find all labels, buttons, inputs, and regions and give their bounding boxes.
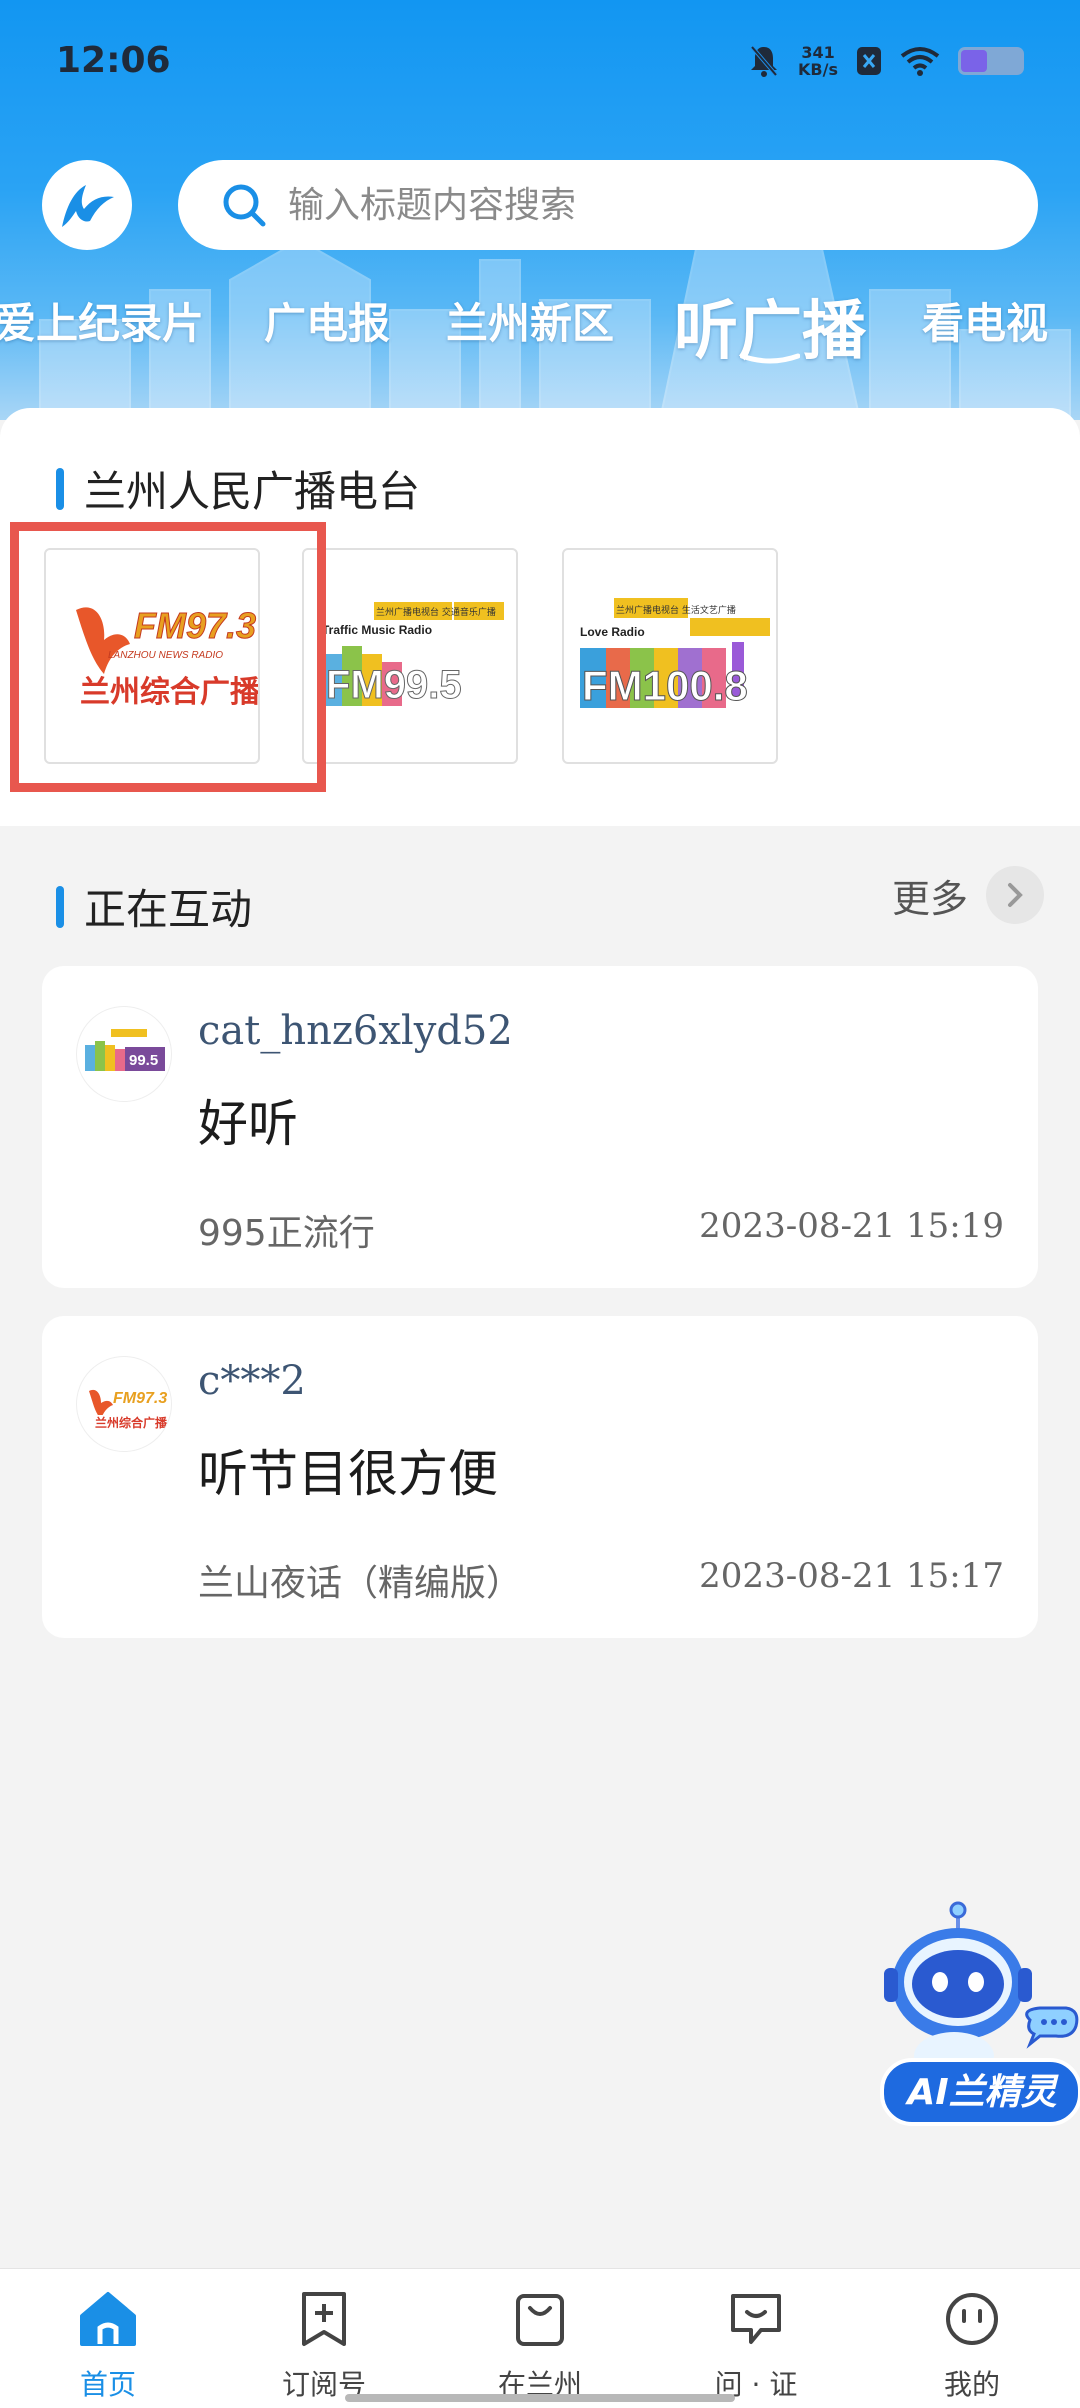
station-2-freq: FM99.5 bbox=[326, 663, 462, 707]
shopping-bag-icon bbox=[516, 2294, 564, 2346]
mute-bell-icon bbox=[750, 45, 778, 77]
svg-text:99.5: 99.5 bbox=[129, 1052, 158, 1069]
selection-highlight bbox=[10, 522, 326, 792]
lanzhou-logo-icon bbox=[62, 185, 114, 227]
interact-section-title-text: 正在互动 bbox=[84, 885, 253, 934]
station-fm995[interactable]: 兰州广播电视台 交通音乐广播 Traffic Music Radio FM99.… bbox=[302, 548, 518, 764]
nav-subscriptions[interactable]: 订阅号 bbox=[216, 2287, 432, 2403]
active-tab-indicator bbox=[740, 353, 800, 364]
status-bar: 12:06 341 KB/s bbox=[0, 0, 1080, 125]
net-speed-unit: KB/s bbox=[798, 60, 838, 79]
post-datetime: 2023-08-21 15:17 bbox=[699, 1556, 1004, 1596]
more-label: 更多 bbox=[891, 876, 968, 921]
avatar: 99.5 bbox=[76, 1006, 172, 1102]
nav-home[interactable]: 首页 bbox=[0, 2287, 216, 2403]
fm973-avatar-icon: FM97.3 兰州综合广播 bbox=[89, 1389, 168, 1430]
home-icon bbox=[80, 2292, 136, 2346]
interact-section-title: 正在互动 bbox=[56, 876, 252, 937]
search-icon bbox=[223, 184, 266, 227]
tab-documentary[interactable]: 爱上纪录片 bbox=[0, 290, 204, 351]
nav-in-lanzhou[interactable]: 在兰州 bbox=[432, 2287, 648, 2403]
post-program[interactable]: 995正流行 bbox=[198, 1204, 375, 1256]
battery-icon bbox=[958, 47, 1024, 75]
tab-lanzhou-new-area[interactable]: 兰州新区 bbox=[446, 290, 614, 351]
post-program[interactable]: 兰山夜话（精编版） bbox=[198, 1554, 522, 1606]
tab-newspaper[interactable]: 广电报 bbox=[264, 290, 390, 351]
svg-text:FM97.3: FM97.3 bbox=[113, 1390, 167, 1407]
radio-section-title: 兰州人民广播电台 bbox=[56, 458, 420, 519]
fm995-logo-icon: 兰州广播电视台 交通音乐广播 Traffic Music Radio FM99.… bbox=[322, 602, 504, 708]
net-speed-value: 341 bbox=[801, 43, 835, 62]
nav-me-label: 我的 bbox=[943, 2368, 1000, 2401]
ai-assistant-label: AI兰精灵 bbox=[904, 2072, 1059, 2113]
network-speed: 341 KB/s bbox=[798, 44, 838, 78]
fm1008-logo-icon: 兰州广播电视台 生活文艺广播 Love Radio FM100.8 bbox=[580, 598, 770, 710]
station-3-sub: Love Radio bbox=[580, 625, 645, 639]
avatar: FM97.3 兰州综合广播 bbox=[76, 1356, 172, 1452]
ai-assistant-button[interactable]: AI兰精灵 bbox=[870, 1900, 1080, 2140]
app-logo[interactable] bbox=[42, 160, 132, 250]
status-time: 12:06 bbox=[56, 40, 171, 81]
bottom-navigation: 首页 订阅号 在兰州 问 · 证 我的 bbox=[0, 2268, 1080, 2408]
post-datetime: 2023-08-21 15:19 bbox=[699, 1206, 1004, 1246]
home-indicator[interactable] bbox=[345, 2394, 735, 2402]
search-input[interactable] bbox=[288, 184, 988, 226]
post-username[interactable]: c***2 bbox=[198, 1358, 306, 1404]
radio-stations-section: 兰州人民广播电台 FM97.3 LANZHOU NEWS RADIO 兰州综合广… bbox=[0, 408, 1080, 826]
radio-section-title-text: 兰州人民广播电台 bbox=[84, 467, 421, 516]
profile-face-icon bbox=[946, 2293, 998, 2345]
interaction-section: 正在互动 更多 99.5 cat_hnz6xlyd52 好听 995正流行 20… bbox=[0, 826, 1080, 1666]
chevron-right-icon bbox=[986, 866, 1044, 924]
nav-home-label: 首页 bbox=[79, 2368, 136, 2401]
station-3-freq: FM100.8 bbox=[582, 662, 748, 709]
nav-me[interactable]: 我的 bbox=[864, 2287, 1080, 2403]
robot-assistant-icon: AI兰精灵 bbox=[880, 1901, 1080, 2126]
interaction-post[interactable]: 99.5 cat_hnz6xlyd52 好听 995正流行 2023-08-21… bbox=[42, 966, 1038, 1288]
post-username[interactable]: cat_hnz6xlyd52 bbox=[198, 1008, 513, 1054]
fm995-avatar-icon: 99.5 bbox=[85, 1029, 165, 1071]
channel-tabs: 爱上纪录片 广电报 兰州新区 听广播 看电视 bbox=[0, 290, 1080, 380]
more-button[interactable]: 更多 bbox=[892, 866, 1044, 924]
title-accent-bar bbox=[56, 885, 64, 928]
post-message: 听节目很方便 bbox=[198, 1445, 498, 1503]
station-2-name: 兰州广播电视台 交通音乐广播 bbox=[376, 606, 496, 618]
status-icons: 341 KB/s bbox=[748, 44, 1024, 78]
svg-text:兰州综合广播: 兰州综合广播 bbox=[95, 1415, 168, 1430]
bookmark-plus-icon bbox=[302, 2292, 346, 2346]
title-accent-bar bbox=[56, 467, 64, 510]
tab-tv[interactable]: 看电视 bbox=[922, 290, 1048, 351]
station-2-sub: Traffic Music Radio bbox=[322, 623, 432, 637]
post-message: 好听 bbox=[198, 1095, 298, 1153]
app-header: 12:06 341 KB/s 输入标题内容搜索 爱上纪录片 广电报 兰州新区 听… bbox=[0, 0, 1080, 420]
station-3-name: 兰州广播电视台 生活文艺广播 bbox=[616, 604, 736, 616]
sim-x-icon bbox=[857, 47, 881, 75]
search-bar[interactable] bbox=[178, 160, 1038, 250]
station-fm1008[interactable]: 兰州广播电视台 生活文艺广播 Love Radio FM100.8 bbox=[562, 548, 778, 764]
interaction-post[interactable]: FM97.3 兰州综合广播 c***2 听节目很方便 兰山夜话（精编版） 202… bbox=[42, 1316, 1038, 1638]
chat-bubble-icon bbox=[731, 2294, 781, 2344]
wifi-icon bbox=[900, 47, 940, 76]
nav-ask[interactable]: 问 · 证 bbox=[648, 2287, 864, 2403]
